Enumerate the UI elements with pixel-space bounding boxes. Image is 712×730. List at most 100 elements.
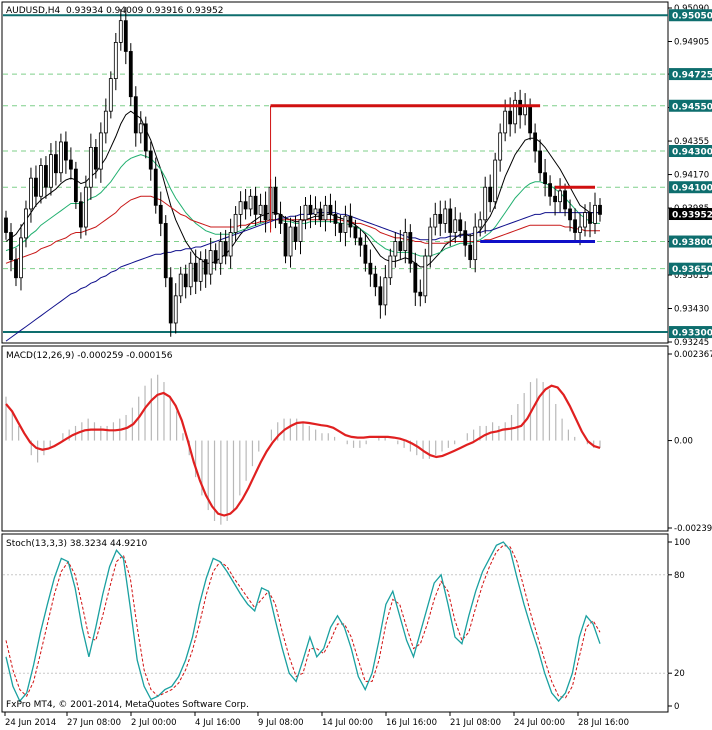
candle-body	[548, 183, 552, 197]
candle-body	[108, 78, 113, 112]
time-tick-label-8: 24 Jul 00:00	[514, 718, 565, 728]
candle-body	[518, 99, 523, 116]
macd-tick-label-1: 0.00	[674, 437, 693, 447]
chart-background	[0, 0, 712, 730]
candle-body	[14, 259, 18, 279]
candle-body	[558, 190, 562, 203]
candle-body	[203, 259, 208, 275]
candle-body	[343, 215, 348, 233]
price-box-label-6: 0.93800	[672, 238, 712, 248]
candle-body	[308, 204, 313, 215]
candle-body	[483, 186, 488, 221]
candle-body	[213, 250, 218, 264]
candle-body	[9, 232, 13, 261]
time-tick-label-3: 4 Jul 16:00	[195, 718, 241, 728]
candle-body	[588, 212, 592, 224]
price-box-label-0: 0.95050	[672, 12, 712, 22]
time-tick-label-4: 9 Jul 08:00	[258, 718, 304, 728]
candle-body	[183, 273, 188, 288]
candle-body	[498, 132, 503, 161]
candle-body	[468, 244, 473, 261]
candle-body	[118, 20, 123, 43]
candle-body	[283, 223, 288, 257]
candle-body	[583, 212, 587, 228]
candle-body	[373, 273, 378, 288]
candle-body	[553, 195, 557, 203]
candle-body	[578, 226, 582, 233]
candle-body	[428, 226, 433, 257]
candle-body	[528, 105, 533, 134]
candle-body	[348, 215, 353, 228]
price-box-label-4: 0.94100	[672, 184, 712, 194]
candle-body	[473, 226, 478, 261]
candle-body	[593, 204, 597, 224]
candle-body	[323, 204, 328, 221]
candle-body	[418, 291, 423, 297]
candle-body	[448, 208, 453, 233]
candle-body	[488, 186, 493, 203]
stoch-title: Stoch(13,3,3) 38.3234 44.9210	[6, 539, 147, 549]
candle-body	[54, 154, 58, 174]
candle-body	[318, 208, 323, 221]
candle-body	[458, 219, 463, 232]
candle-body	[288, 226, 293, 257]
candle-body	[218, 241, 223, 264]
candle-body	[248, 195, 253, 210]
candle-body	[78, 201, 83, 228]
candle-body	[563, 190, 567, 210]
candle-body	[143, 123, 148, 152]
candle-body	[128, 51, 133, 98]
candle-body	[423, 255, 428, 297]
candle-body	[29, 177, 33, 210]
candle-body	[39, 165, 43, 197]
price-box-label-5: 0.93952	[672, 211, 712, 221]
candle-body	[278, 213, 283, 224]
trading-chart[interactable]: 0.950900.949050.947250.945400.943550.941…	[0, 0, 712, 730]
candle-body	[453, 219, 458, 233]
candle-body	[568, 208, 572, 221]
candle-body	[98, 132, 103, 170]
candle-body	[258, 204, 263, 215]
macd-tick-label-0: 0.002367	[674, 350, 712, 360]
price-box-label-3: 0.94300	[672, 148, 712, 158]
candle-body	[463, 230, 468, 246]
candle-body	[178, 273, 183, 297]
candle-body	[233, 213, 238, 233]
price-box-label-7: 0.93650	[672, 265, 712, 275]
candle-body	[193, 262, 198, 282]
candle-body	[503, 110, 508, 134]
price-box-label-1: 0.94725	[672, 71, 712, 81]
candle-body	[493, 159, 498, 203]
time-tick-label-1: 27 Jun 08:00	[67, 718, 121, 728]
stoch-tick-label-2: 20	[674, 669, 685, 679]
price-tick-label-9: 0.93430	[674, 305, 709, 315]
candle-body	[438, 213, 443, 224]
candle-body	[338, 223, 343, 233]
candle-body	[328, 204, 333, 215]
candle-body	[223, 241, 228, 257]
stoch-tick-label-3: 0	[674, 702, 679, 712]
candle-body	[188, 262, 193, 288]
time-tick-label-6: 16 Jul 16:00	[386, 718, 437, 728]
price-tick-label-5: 0.94170	[674, 171, 709, 181]
candle-body	[88, 146, 93, 188]
candle-body	[393, 241, 398, 257]
time-tick-label-7: 21 Jul 08:00	[450, 718, 501, 728]
price-tick-label-1: 0.94905	[674, 37, 709, 47]
chart-ohlc-readout: 0.93934 0.94009 0.93916 0.93952	[66, 6, 223, 16]
candle-body	[253, 195, 258, 215]
candle-body	[59, 141, 63, 174]
candle-body	[238, 201, 243, 215]
candle-body	[443, 208, 448, 224]
price-tick-label-10: 0.93245	[674, 338, 709, 348]
candle-body	[63, 141, 68, 161]
stoch-tick-label-0: 100	[674, 538, 690, 548]
stoch-tick-label-1: 80	[674, 571, 685, 581]
candle-body	[103, 110, 108, 134]
candle-body	[408, 232, 413, 264]
candle-body	[533, 132, 538, 152]
candle-body	[83, 186, 88, 228]
candle-body	[168, 277, 173, 324]
candle-body	[198, 259, 203, 282]
candle-body	[598, 204, 602, 215]
